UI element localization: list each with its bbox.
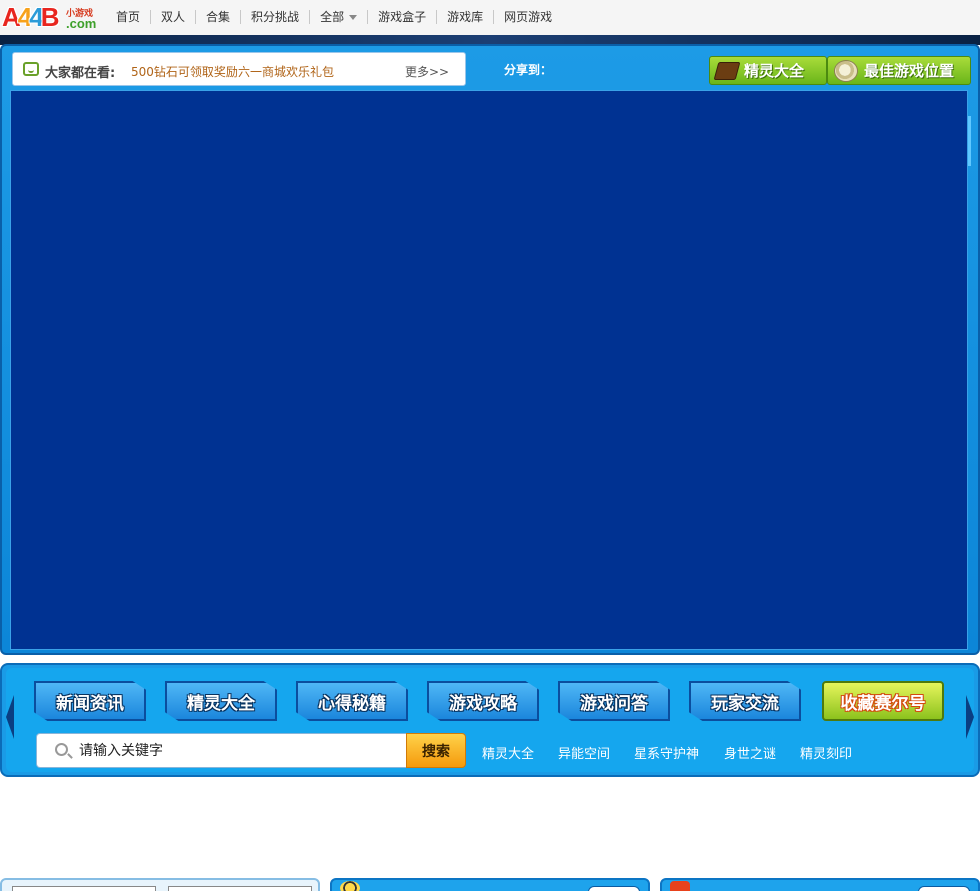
book-icon [713,61,741,80]
search-button[interactable]: 搜索 [406,733,466,768]
tv-icon [23,62,39,76]
category-qa-button[interactable]: 游戏问答 [558,681,670,721]
sprite-guide-button[interactable]: 精灵大全 [709,56,827,85]
nav-item-collections[interactable]: 合集 [195,10,240,24]
quick-link-psychic-space[interactable]: 异能空间 [558,743,610,762]
best-position-label: 最佳游戏位置 [864,62,955,80]
chevron-down-icon [349,15,358,20]
nav-item-home[interactable]: 首页 [106,10,150,24]
site-logo[interactable]: A44B 小游戏 .com [0,2,100,33]
category-news-button[interactable]: 新闻资讯 [34,681,146,721]
mascot-icon [340,881,360,891]
logo-wordmark: A44B [2,2,59,32]
headline-label: 大家都在看: [45,66,116,81]
nav-item-game-library[interactable]: 游戏库 [436,10,493,24]
headline-link-gift-pack[interactable]: 六一商城欢乐礼包 [238,63,334,80]
frame-edge-highlight [968,116,971,166]
bottom-module-center [330,878,650,891]
category-sprite-guide-button[interactable]: 精灵大全 [165,681,277,721]
main-nav: 首页 双人 合集 积分挑战 全部 游戏盒子 游戏库 网页游戏 [106,10,562,24]
search-icon [55,743,68,756]
bottom-tab[interactable] [168,886,312,891]
quick-link-galaxy-guardian[interactable]: 星系守护神 [634,743,699,762]
nav-item-web-games[interactable]: 网页游戏 [493,10,562,24]
quick-link-sprite-engraving[interactable]: 精灵刻印 [800,743,852,762]
more-link[interactable]: 更多>> [405,63,449,80]
more-pill-button[interactable] [588,886,640,891]
more-pill-button[interactable] [918,886,970,891]
headline-link-diamond-reward[interactable]: 500钻石可领取奖励 [131,63,238,80]
nav-item-two-player[interactable]: 双人 [150,10,195,24]
nav-item-all-label: 全部 [320,10,345,24]
search-box [36,733,406,768]
game-frame: 大家都在看: 500钻石可领取奖励 六一商城欢乐礼包 更多>> 分享到： 精灵大… [0,44,980,655]
snail-icon [834,59,858,82]
category-strategy-button[interactable]: 游戏攻略 [427,681,539,721]
search-input[interactable] [79,740,389,762]
nav-item-game-box[interactable]: 游戏盒子 [367,10,436,24]
logo-domain: .com [66,16,97,31]
bottom-module-right [660,878,980,891]
bottom-module-left [0,878,320,891]
quick-link-origin-mystery[interactable]: 身世之谜 [724,743,776,762]
nav-item-all[interactable]: 全部 [309,10,367,24]
nav-item-points-challenge[interactable]: 积分挑战 [240,10,309,24]
mascot-icon [670,881,690,891]
quick-link-sprite-guide[interactable]: 精灵大全 [482,743,534,762]
game-canvas[interactable] [10,90,968,650]
best-position-button[interactable]: 最佳游戏位置 [827,56,971,85]
share-label: 分享到： [504,63,553,77]
category-panel: 新闻资讯 精灵大全 心得秘籍 游戏攻略 游戏问答 玩家交流 收藏赛尔号 搜索 精… [0,663,980,777]
sprite-guide-label: 精灵大全 [744,62,805,80]
bottom-tab[interactable] [12,886,156,891]
category-tips-button[interactable]: 心得秘籍 [296,681,408,721]
favorite-button[interactable]: 收藏赛尔号 [822,681,944,721]
headline-box: 大家都在看: 500钻石可领取奖励 六一商城欢乐礼包 更多>> [12,52,466,86]
category-community-button[interactable]: 玩家交流 [689,681,801,721]
top-navigation-bar: A44B 小游戏 .com 首页 双人 合集 积分挑战 全部 游戏盒子 游戏库 … [0,0,980,36]
